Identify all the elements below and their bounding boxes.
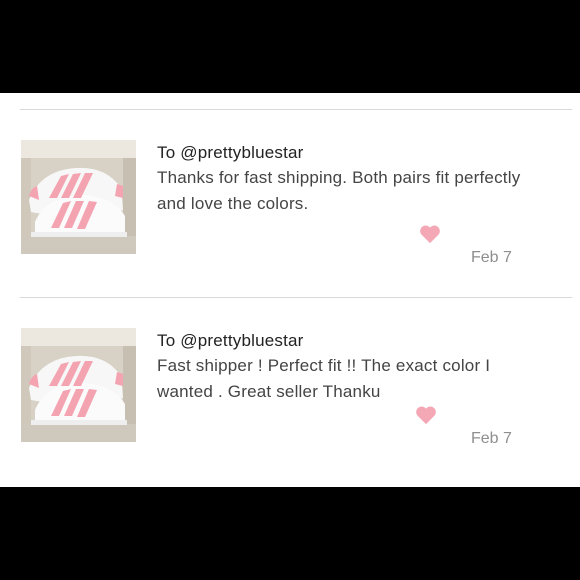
- blur-overlay: [425, 389, 570, 459]
- divider: [20, 297, 572, 298]
- sneaker-image: [21, 140, 136, 254]
- heart-icon[interactable]: [415, 405, 437, 425]
- review-recipient[interactable]: To @prettybluestar: [157, 143, 304, 163]
- review-date: Feb 7: [471, 249, 512, 266]
- review-item: To @prettybluestar Fast shipper ! Perfec…: [0, 327, 580, 487]
- review-recipient[interactable]: To @prettybluestar: [157, 331, 304, 351]
- sneaker-photo[interactable]: [21, 140, 136, 254]
- review-item: To @prettybluestar Thanks for fast shipp…: [0, 139, 580, 299]
- review-text-line: Thanks for fast shipping. Both pairs fit…: [157, 168, 521, 187]
- divider: [20, 109, 572, 110]
- sneaker-image: [21, 328, 136, 442]
- review-date: Feb 7: [471, 430, 512, 447]
- reviews-panel: To @prettybluestar Thanks for fast shipp…: [0, 93, 580, 487]
- sneaker-photo[interactable]: [21, 328, 136, 442]
- heart-icon[interactable]: [419, 224, 441, 244]
- review-text-line: Fast shipper ! Perfect fit !! The exact …: [157, 356, 491, 375]
